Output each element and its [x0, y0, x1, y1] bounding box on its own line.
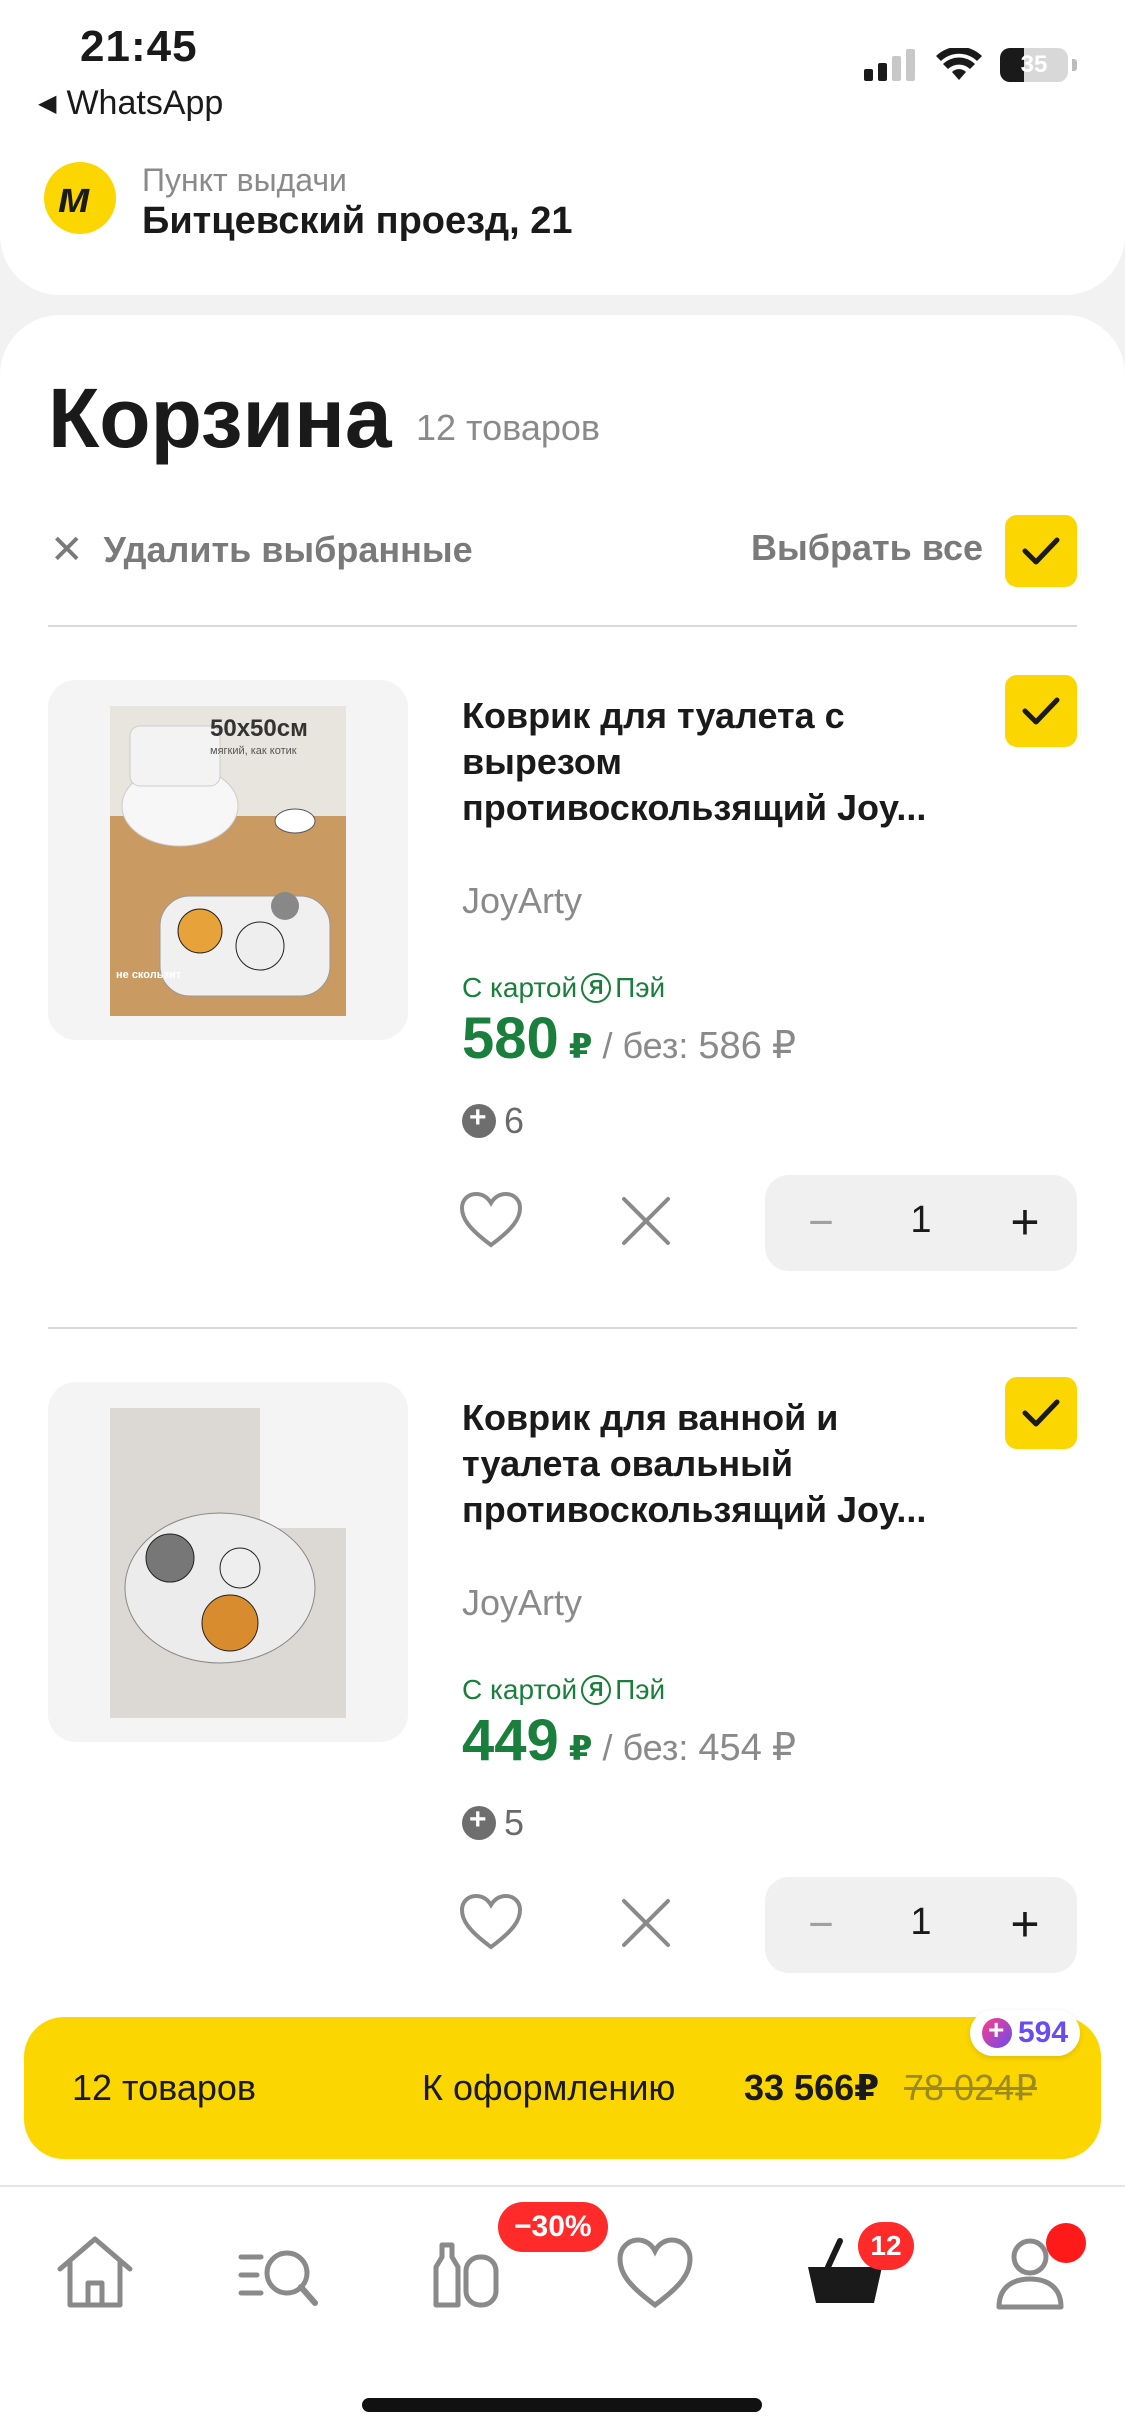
price-value: 449: [462, 1708, 559, 1773]
points-value: 6: [504, 1100, 525, 1141]
status-bar: 21:45 ◀ WhatsApp 35: [0, 0, 1125, 140]
page-title: Корзина: [48, 371, 392, 465]
heart-icon[interactable]: [458, 1190, 524, 1250]
pay-card-suffix: Пэй: [615, 972, 666, 1003]
checkout-total: 33 566₽: [744, 2067, 880, 2108]
product-price: 449 ₽ / без: 454 ₽: [462, 1707, 796, 1774]
price-without-currency: ₽: [771, 1727, 797, 1769]
status-time: 21:45: [80, 22, 198, 71]
yandex-pay-icon: Я: [581, 1675, 612, 1705]
bonus-points: 5: [462, 1802, 524, 1844]
close-icon: ✕: [50, 528, 84, 572]
checkout-item-count: 12 товаров: [72, 2067, 257, 2108]
system-icons: 35: [864, 48, 1077, 82]
cellular-signal-icon: [864, 49, 915, 81]
divider: [48, 1327, 1077, 1329]
increase-button[interactable]: +: [995, 1895, 1055, 1955]
checkmark-icon: [1022, 537, 1060, 565]
yandex-pay-icon: Я: [581, 973, 612, 1003]
checkout-label: К оформлению: [422, 2067, 676, 2108]
product-brand[interactable]: JoyArty: [462, 1582, 582, 1624]
quantity-value: 1: [910, 1901, 932, 1943]
back-app-label: WhatsApp: [66, 84, 224, 122]
select-all-checkbox[interactable]: [1005, 515, 1077, 587]
pickup-label: Пункт выдачи: [142, 162, 347, 198]
plus-points-icon: [462, 1101, 496, 1138]
pickup-point-header[interactable]: м Пункт выдачи Битцевский проезд, 21: [0, 140, 1125, 295]
favorites-heart-icon[interactable]: [610, 2227, 700, 2317]
wifi-icon: [936, 48, 982, 80]
product-brand[interactable]: JoyArty: [462, 880, 582, 922]
checkmark-icon: [1022, 697, 1060, 725]
price-without-currency: ₽: [771, 1025, 797, 1067]
decrease-button[interactable]: −: [791, 1193, 851, 1253]
pay-card-label: С картой Я Пэй: [462, 972, 665, 1004]
sale-badge: −30%: [498, 2202, 608, 2252]
plus-points-icon: [462, 1803, 496, 1840]
pay-card-prefix: С картой: [462, 1674, 578, 1705]
points-value: 5: [504, 1802, 525, 1843]
toilet-mat-image: 50x50см мягкий, как котик не скользит: [110, 706, 346, 1016]
home-icon[interactable]: [50, 2227, 140, 2317]
remove-icon[interactable]: [620, 1195, 672, 1247]
back-triangle-icon: ◀: [38, 90, 57, 117]
select-all-label[interactable]: Выбрать все: [751, 527, 983, 569]
increase-button[interactable]: +: [995, 1193, 1055, 1253]
product-image[interactable]: [48, 1382, 408, 1742]
size-text: 50x50см: [210, 715, 308, 742]
home-indicator: [362, 2398, 762, 2412]
price-without-value: 586: [698, 1025, 762, 1067]
cart-item-count: 12 товаров: [416, 407, 601, 448]
products-bottles-icon[interactable]: [420, 2227, 510, 2317]
battery-cap: [1072, 59, 1077, 71]
product-price: 580 ₽ / без: 586 ₽: [462, 1005, 796, 1072]
nonslip-text: не скользит: [116, 969, 182, 981]
price-currency: ₽: [568, 1028, 593, 1066]
product-title[interactable]: Коврик для туалета с вырезом противоскол…: [462, 693, 982, 831]
price-currency: ₽: [568, 1730, 593, 1768]
price-value: 580: [462, 1006, 559, 1071]
battery-percent: 35: [1020, 51, 1048, 78]
bath-mat-image: [110, 1408, 346, 1718]
logo-letter: м: [58, 173, 91, 222]
checkout-button[interactable]: 12 товаров К оформлению 33 566₽ 78 024₽: [24, 2017, 1101, 2159]
decrease-button[interactable]: −: [791, 1895, 851, 1955]
remove-icon[interactable]: [620, 1897, 672, 1949]
yandex-market-logo-icon: м: [44, 162, 116, 234]
checkmark-icon: [1022, 1399, 1060, 1427]
price-without-label: / без:: [602, 1025, 689, 1066]
heart-icon[interactable]: [458, 1892, 524, 1952]
price-without-value: 454: [698, 1727, 762, 1769]
bonus-value: 594: [1017, 2016, 1069, 2049]
checkout-old-total: 78 024₽: [904, 2067, 1038, 2108]
catalog-search-icon[interactable]: [235, 2227, 325, 2317]
pay-card-label: С картой Я Пэй: [462, 1674, 665, 1706]
delete-selected-button[interactable]: ✕ Удалить выбранные: [50, 527, 473, 573]
cart-section: Корзина 12 товаров ✕ Удалить выбранные В…: [0, 315, 1125, 2055]
delete-selected-label: Удалить выбранные: [103, 529, 473, 570]
profile-notification-dot: [1046, 2223, 1086, 2263]
product-checkbox[interactable]: [1005, 1377, 1077, 1449]
divider: [48, 625, 1077, 627]
product-checkbox[interactable]: [1005, 675, 1077, 747]
quantity-value: 1: [910, 1199, 932, 1241]
cart-count-badge: 12: [858, 2222, 914, 2270]
product-title[interactable]: Коврик для ванной и туалета овальный про…: [462, 1395, 982, 1533]
pickup-address: Битцевский проезд, 21: [142, 200, 573, 242]
quantity-stepper: − 1 +: [765, 1175, 1077, 1271]
quantity-stepper: − 1 +: [765, 1877, 1077, 1973]
pay-card-prefix: С картой: [462, 972, 578, 1003]
price-without-label: / без:: [602, 1727, 689, 1768]
product-image[interactable]: 50x50см мягкий, как котик не скользит: [48, 680, 408, 1040]
checkout-panel: 12 товаров К оформлению 33 566₽ 78 024₽: [0, 1995, 1125, 2185]
bonus-points: 6: [462, 1100, 524, 1142]
back-to-app-link[interactable]: ◀ WhatsApp: [38, 84, 223, 123]
bonus-points-badge: 594: [970, 2010, 1080, 2056]
plus-points-icon: [981, 2014, 1012, 2048]
battery-icon: 35: [1000, 48, 1068, 82]
softness-text: мягкий, как котик: [210, 745, 297, 757]
pay-card-suffix: Пэй: [615, 1674, 666, 1705]
